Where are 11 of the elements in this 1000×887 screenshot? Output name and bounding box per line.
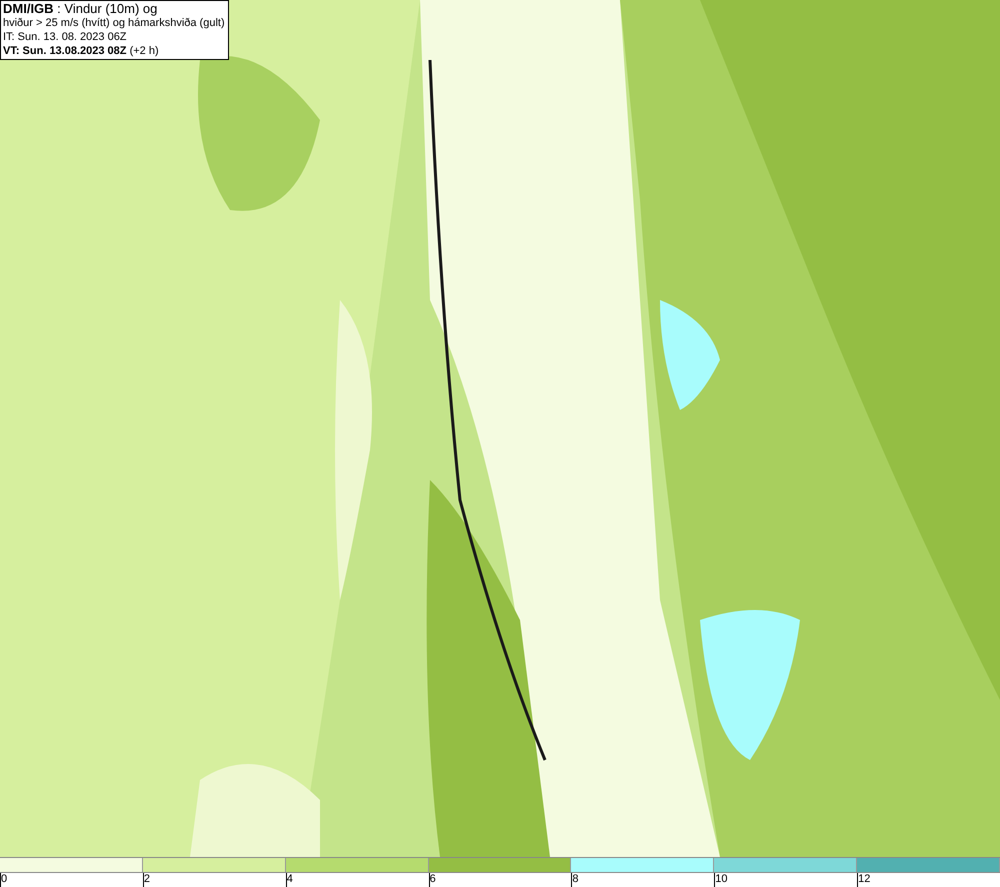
legend-tick-label: 12 — [858, 873, 870, 887]
legend-tick-label: 8 — [572, 873, 579, 887]
legend-tick-label: 0 — [1, 873, 8, 887]
legend-tick-label: 6 — [430, 873, 436, 887]
title-line: DMI/IGB : Vindur (10m) og — [3, 2, 158, 16]
legend-tick-label: 10 — [715, 873, 728, 887]
title-line: IT: Sun. 13. 08. 2023 06Z — [3, 30, 128, 44]
legend-tick-label: 4 — [286, 873, 293, 887]
title-line: VT: Sun. 13.08.2023 08Z (+2 h) — [3, 44, 160, 58]
legend-tick-label: 2 — [144, 873, 150, 887]
title-line: hviður > 25 m/s (hvítt) og hámarkshviða (gult) — [3, 16, 226, 30]
